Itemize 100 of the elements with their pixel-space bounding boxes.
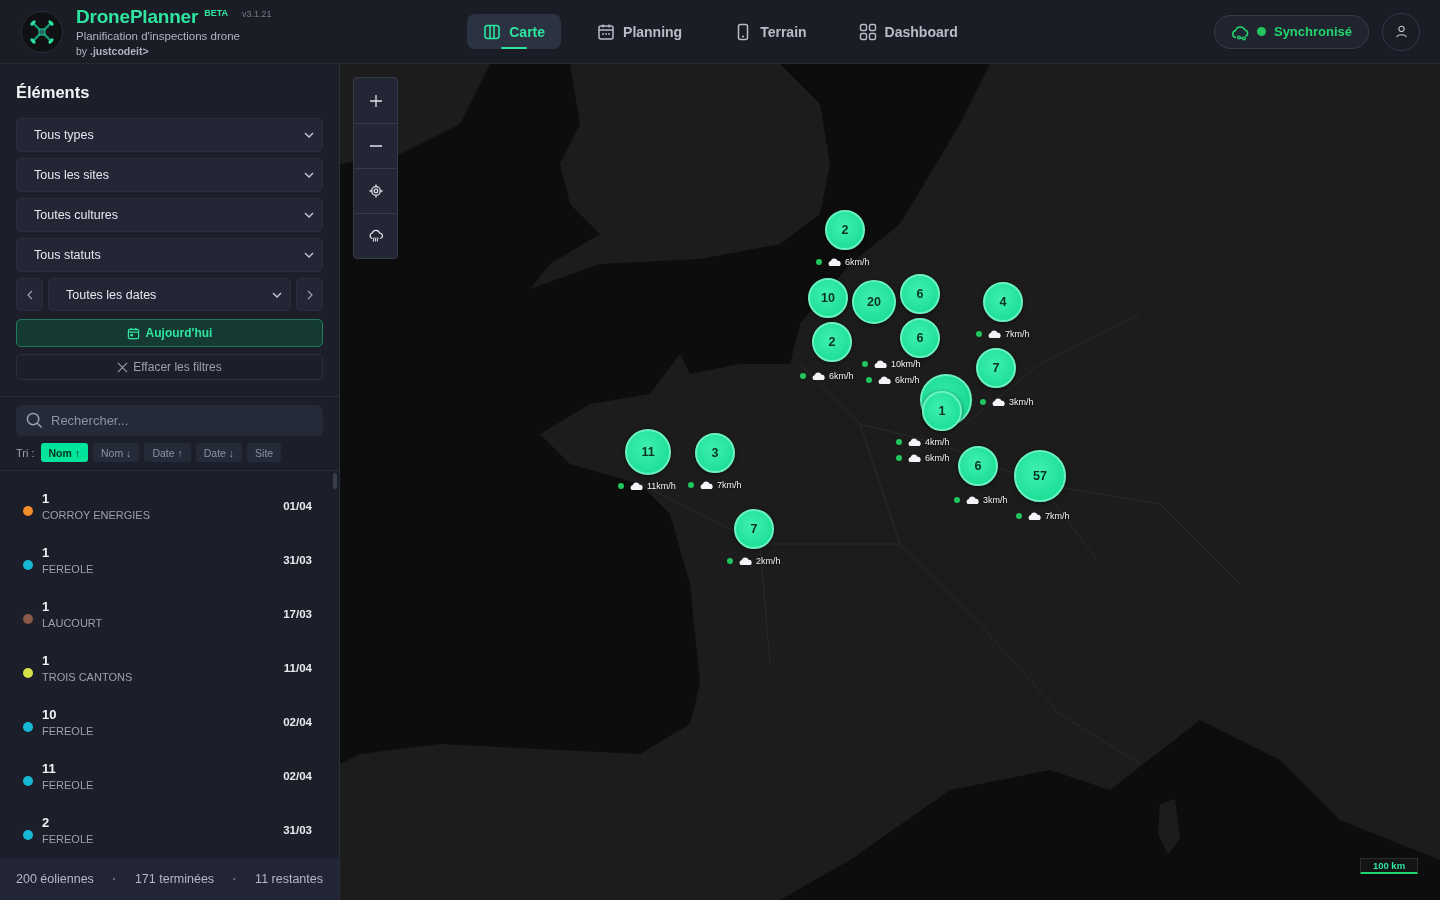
- app-subtitle: Planification d'inspections drone: [76, 28, 240, 44]
- item-site: FEREOLE: [42, 832, 94, 846]
- sidebar-title: Éléments: [16, 82, 90, 102]
- sort-option[interactable]: Date ↑: [144, 443, 191, 462]
- status-dot-icon: [866, 377, 872, 383]
- filter-dropdown[interactable]: Tous types: [16, 118, 323, 152]
- beta-label: BETA: [204, 7, 229, 19]
- item-name: 1: [42, 490, 50, 506]
- nav-tab[interactable]: Carte: [467, 14, 562, 49]
- status-dot-icon: [862, 361, 868, 367]
- status-dot-icon: [896, 455, 902, 461]
- sort-option[interactable]: Nom ↑: [40, 443, 89, 462]
- chevron-left-icon: [26, 289, 33, 300]
- chevron-down-icon: [272, 291, 282, 298]
- stat-text: 200 éoliennes: [16, 872, 94, 886]
- status-dot-icon: [688, 482, 694, 488]
- cloud-icon: [1028, 511, 1041, 521]
- item-date: 01/04: [283, 500, 312, 512]
- wind-speed-label: 2km/h: [756, 555, 781, 567]
- scrollbar[interactable]: [333, 473, 337, 489]
- item-site: FEREOLE: [42, 562, 94, 576]
- item-name: 10: [42, 706, 57, 722]
- wind-speed-label: 6km/h: [829, 370, 854, 382]
- cloud-icon: [739, 556, 752, 566]
- chevron-down-icon: [304, 212, 314, 218]
- wind-speed-label: 4km/h: [925, 436, 950, 448]
- cloud-icon: [700, 480, 713, 490]
- item-date: 31/03: [283, 554, 312, 566]
- chevron-down-icon: [304, 172, 314, 178]
- nav-tab[interactable]: Planning: [581, 14, 699, 49]
- search-field[interactable]: Rechercher...: [16, 405, 323, 436]
- status-dot-icon: [1016, 513, 1022, 519]
- version-label: v3.1.21: [242, 8, 272, 20]
- item-date: 02/04: [283, 770, 312, 782]
- clear-filters-button[interactable]: Effacer les filtres: [16, 354, 323, 380]
- wind-speed-label: 10km/h: [891, 358, 921, 370]
- item-date: 17/03: [283, 608, 312, 620]
- item-date: 31/03: [283, 824, 312, 836]
- app-title: DronePlanner: [76, 5, 199, 28]
- search-icon: [26, 412, 43, 429]
- item-date: 02/04: [283, 716, 312, 728]
- wind-speed-label: 6km/h: [895, 374, 920, 386]
- cloud-icon: [988, 329, 1001, 339]
- plus-icon: [368, 93, 383, 108]
- filter-dropdown[interactable]: Toutes cultures: [16, 198, 323, 232]
- nav-tab[interactable]: Dashboard: [842, 14, 974, 49]
- status-dot-icon: [816, 259, 822, 265]
- filter-dropdown[interactable]: Tous statuts: [16, 238, 323, 272]
- cloud-icon: [966, 495, 979, 505]
- sort-option[interactable]: Site: [247, 443, 282, 462]
- user-profile-button[interactable]: [1382, 12, 1420, 51]
- nav-tab[interactable]: Terrain: [718, 14, 823, 49]
- status-dot-icon: [800, 373, 806, 379]
- date-filter-dropdown[interactable]: Toutes les dates: [48, 278, 291, 311]
- item-name: 2: [42, 814, 50, 830]
- close-icon: [117, 361, 129, 373]
- wind-speed-label: 11km/h: [647, 480, 676, 492]
- item-site: LAUCOURT: [42, 616, 103, 630]
- cloud-icon: [828, 257, 841, 267]
- wind-speed-label: 7km/h: [1045, 510, 1070, 522]
- cloud-rain-icon: [368, 229, 383, 243]
- sort-option[interactable]: Nom ↓: [93, 443, 140, 462]
- target-icon: [368, 184, 383, 198]
- chevron-down-icon: [304, 252, 314, 258]
- item-site: FEREOLE: [42, 778, 94, 792]
- wind-speed-label: 3km/h: [983, 494, 1008, 506]
- wind-speed-label: 7km/h: [717, 479, 742, 491]
- cloud-icon: [630, 481, 643, 491]
- item-site: CORROY ENERGIES: [42, 508, 150, 522]
- item-name: 11: [42, 760, 56, 776]
- drone-logo-icon: [21, 10, 63, 53]
- map-icon: [483, 22, 502, 41]
- cloud-icon: [908, 453, 921, 463]
- calendar-icon: [597, 22, 616, 41]
- item-name: 1: [42, 598, 50, 614]
- chevron-right-icon: [306, 289, 313, 300]
- cloud-icon: [908, 437, 921, 447]
- sort-option[interactable]: Date ↓: [195, 443, 243, 462]
- credit-text: by .justcodeit>: [76, 43, 149, 58]
- next-date-button[interactable]: [296, 278, 323, 311]
- today-button[interactable]: Aujourd'hui: [16, 319, 323, 347]
- item-name: 1: [42, 652, 50, 668]
- status-dot-icon: [976, 331, 982, 337]
- wind-speed-label: 7km/h: [1005, 328, 1030, 340]
- item-name: 1: [42, 544, 50, 560]
- filter-dropdown[interactable]: Tous les sites: [16, 158, 323, 192]
- wind-speed-label: 3km/h: [1009, 396, 1034, 408]
- previous-date-button[interactable]: [16, 278, 43, 311]
- stat-text: 171 terminées: [134, 872, 215, 886]
- item-site: FEREOLE: [42, 724, 94, 738]
- wind-speed-label: 6km/h: [925, 452, 950, 464]
- stat-text: 11 restantes: [255, 872, 323, 886]
- user-icon: [1394, 25, 1408, 38]
- cloud-icon: [992, 397, 1005, 407]
- sync-status-button[interactable]: Synchronisé: [1213, 14, 1369, 49]
- status-dot-icon: [727, 558, 733, 564]
- status-dot-icon: [896, 439, 902, 445]
- wind-speed-label: 6km/h: [845, 256, 870, 268]
- calendar-icon: [126, 326, 140, 340]
- cloud-icon: [812, 371, 825, 381]
